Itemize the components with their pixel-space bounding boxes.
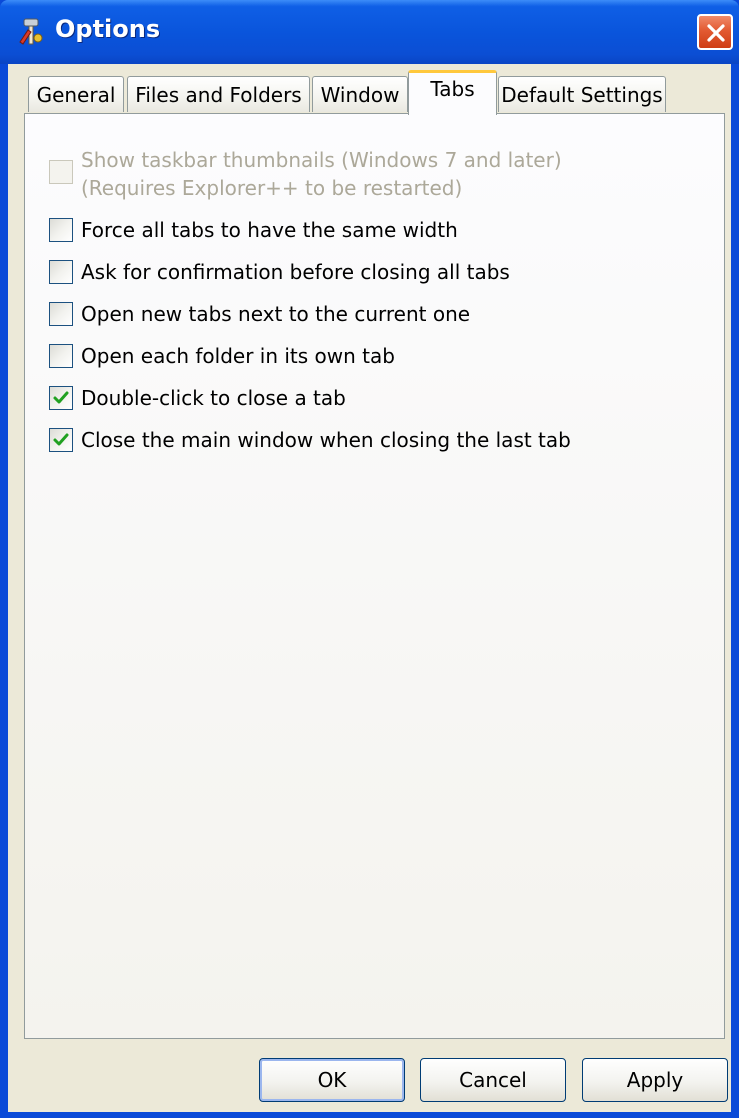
- checkbox-folder-own-tab[interactable]: [49, 344, 73, 368]
- options-dialog: Options General Files and Folders Window…: [0, 0, 739, 1118]
- option-label: Ask for confirmation before closing all …: [81, 260, 510, 284]
- ok-button[interactable]: OK: [259, 1058, 405, 1102]
- checkbox-taskbar-thumbnails: [49, 160, 73, 184]
- tab-window[interactable]: Window: [312, 76, 408, 112]
- option-label: Force all tabs to have the same width: [81, 218, 458, 242]
- checkmark-icon: [53, 391, 69, 404]
- title-bar[interactable]: Options: [0, 0, 739, 64]
- window-title: Options: [55, 15, 161, 43]
- checkbox-same-width[interactable]: [49, 218, 73, 242]
- checkbox-new-tab-next[interactable]: [49, 302, 73, 326]
- checkbox-close-main-window[interactable]: [49, 428, 73, 452]
- tabs-options-panel: Show taskbar thumbnails (Windows 7 and l…: [24, 113, 725, 1039]
- tab-tabs[interactable]: Tabs: [408, 70, 497, 115]
- tab-files-and-folders[interactable]: Files and Folders: [127, 76, 310, 112]
- option-label: Double-click to close a tab: [81, 386, 346, 410]
- option-label: Close the main window when closing the l…: [81, 428, 571, 452]
- apply-button[interactable]: Apply: [582, 1058, 728, 1102]
- close-button[interactable]: [697, 14, 733, 50]
- checkbox-confirm-close-all[interactable]: [49, 260, 73, 284]
- close-icon: [707, 24, 725, 42]
- checkbox-double-click-close[interactable]: [49, 386, 73, 410]
- tab-default-settings[interactable]: Default Settings: [498, 76, 666, 112]
- checkmark-icon: [53, 433, 69, 446]
- option-label-line1: Show taskbar thumbnails (Windows 7 and l…: [81, 148, 562, 172]
- option-label-line2: (Requires Explorer++ to be restarted): [81, 176, 463, 200]
- option-label: Open each folder in its own tab: [81, 344, 395, 368]
- tab-general[interactable]: General: [28, 76, 124, 112]
- options-tools-icon: [16, 16, 46, 46]
- dialog-client-area: General Files and Folders Window Tabs De…: [8, 64, 731, 1112]
- cancel-button[interactable]: Cancel: [420, 1058, 566, 1102]
- option-label: Open new tabs next to the current one: [81, 302, 471, 326]
